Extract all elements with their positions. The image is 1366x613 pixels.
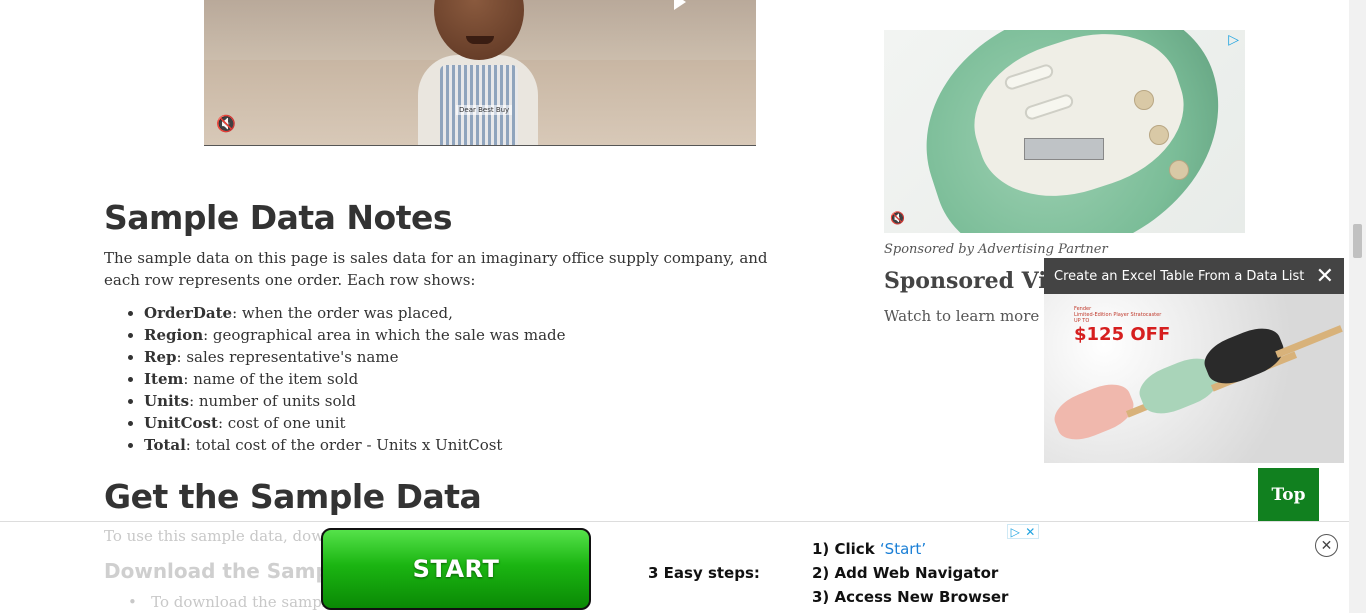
field-desc: : total cost of the order - Units x Unit… [185,436,503,454]
guitar-bridge [1024,138,1104,160]
field-name: Region [144,326,204,344]
scrollbar-thumb[interactable] [1353,224,1362,258]
intro-paragraph: The sample data on this page is sales da… [104,249,768,289]
close-ad-button[interactable]: ✕ [1315,534,1338,557]
field-name: OrderDate [144,304,233,322]
sponsored-title[interactable]: Sponsored Vid [884,268,1062,294]
start-label: START [412,555,500,583]
adchoices-icon[interactable]: ▷ ✕ [1007,524,1039,539]
list-item: OrderDate: when the order was placed, [144,302,764,324]
ad-price: $125 OFF [1074,324,1171,345]
video-player[interactable]: Dear Best Buy 🔇 [204,0,756,146]
bottom-ad-banner[interactable]: START 3 Easy steps: 1) Click ‘Start’ 2) … [0,521,1366,613]
sidebar-ad-video[interactable]: ▷ 🔇 [884,30,1245,233]
field-name: UnitCost [144,414,218,432]
play-icon[interactable] [674,0,686,10]
floating-video-header: Create an Excel Table From a Data List ✕ [1044,258,1344,294]
watch-text[interactable]: Watch to learn more [884,307,1039,325]
field-desc: : when the order was placed, [232,304,453,322]
sponsored-by-text: Sponsored by Advertising Partner [884,242,1108,257]
floating-video-player[interactable]: Create an Excel Table From a Data List ✕… [1044,258,1344,463]
list-item: Rep: sales representative's name [144,346,764,368]
field-desc: : geographical area in which the sale wa… [203,326,566,344]
field-name: Total [144,436,186,454]
step-1: 1) Click ‘Start’ [812,540,927,558]
video-character-mouth [466,36,494,44]
field-desc: : number of units sold [189,392,356,410]
guitar-knob [1149,125,1169,145]
field-desc: : cost of one unit [217,414,346,432]
guitar-knob [1134,90,1154,110]
steps-label: 3 Easy steps: [648,564,760,582]
step-3: 3) Access New Browser [812,588,1009,606]
list-item: Units: number of units sold [144,390,764,412]
step-2: 2) Add Web Navigator [812,564,999,582]
muted-speaker-icon[interactable]: 🔇 [890,211,905,225]
close-icon: ✕ [1025,524,1036,539]
video-character-head [434,0,524,60]
page-scrollbar[interactable] [1349,0,1366,613]
get-sample-data-heading: Get the Sample Data [104,477,482,516]
adchoices-icon[interactable]: ▷ [1228,32,1239,48]
muted-speaker-icon[interactable]: 🔇 [216,114,238,136]
list-item: Region: geographical area in which the s… [144,324,764,346]
field-name: Units [144,392,190,410]
fields-list: OrderDate: when the order was placed, Re… [144,302,764,456]
floating-video-frame[interactable]: Fender Limited-Edition Player Stratocast… [1044,294,1344,463]
start-button[interactable]: START [321,528,591,610]
field-name: Item [144,370,184,388]
guitar-neck [1275,325,1343,358]
close-icon[interactable]: ✕ [1316,264,1334,289]
sample-data-notes-heading: Sample Data Notes [104,198,453,237]
field-desc: : name of the item sold [183,370,359,388]
ad-brand-text: Fender Limited-Edition Player Stratocast… [1074,306,1162,324]
list-item: UnitCost: cost of one unit [144,412,764,434]
list-item: Total: total cost of the order - Units x… [144,434,764,456]
back-to-top-button[interactable]: Top [1258,468,1319,521]
field-desc: : sales representative's name [176,348,399,366]
list-item: Item: name of the item sold [144,368,764,390]
video-tag: Dear Best Buy [456,105,513,115]
field-name: Rep [144,348,177,366]
floating-video-title: Create an Excel Table From a Data List [1054,268,1305,284]
guitar-knob [1169,160,1189,180]
